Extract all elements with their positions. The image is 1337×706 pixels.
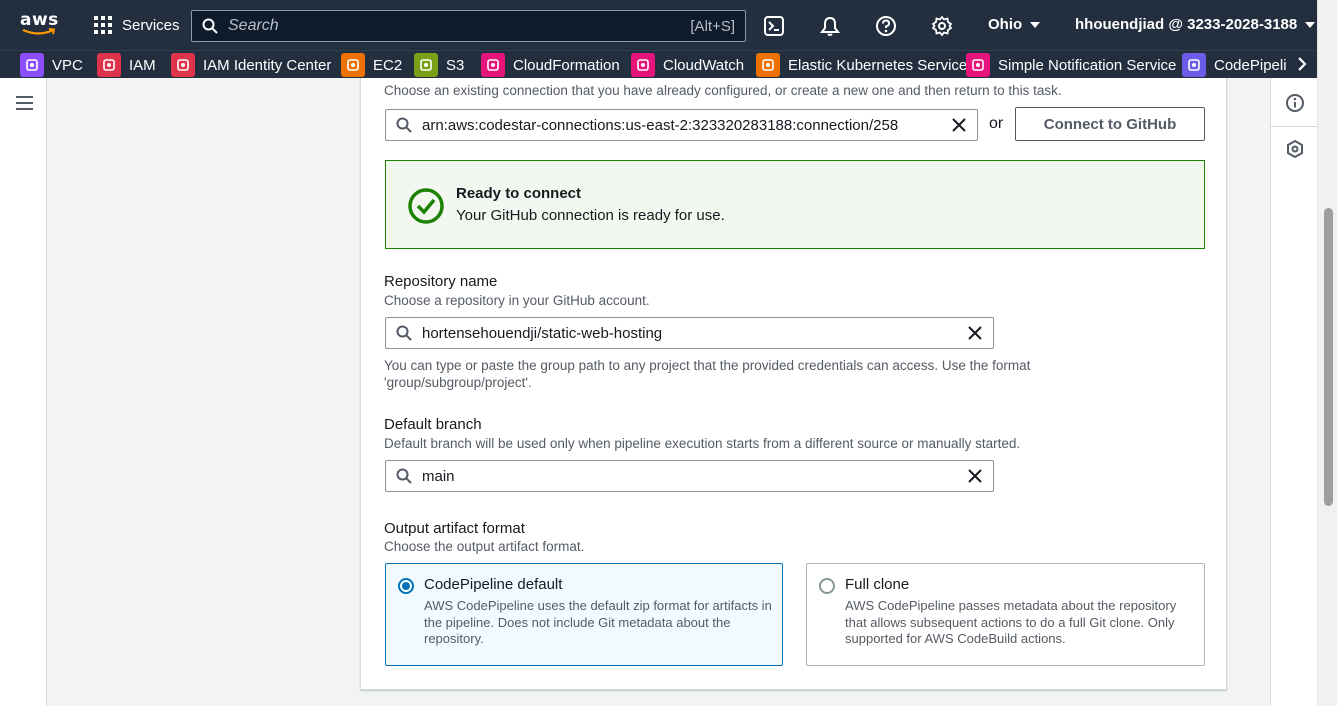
region-selector[interactable]: Ohio [988,16,1041,33]
connection-value: arn:aws:codestar-connections:us-east-2:3… [422,116,899,134]
region-label: Ohio [988,16,1023,33]
clear-icon[interactable] [967,468,983,484]
favorite-label: VPC [52,56,83,74]
repository-description: Choose a repository in your GitHub accou… [384,293,650,308]
eks-icon [756,53,780,77]
services-label: Services [122,16,180,34]
notifications-bell-icon[interactable] [819,15,841,37]
grid-icon [94,16,112,34]
or-text: or [989,115,1004,132]
top-navigation: aws Services Search [Alt+S] Ohio hhouend… [0,0,1337,50]
repository-hint: You can type or paste the group path to … [384,357,1030,391]
option-description: AWS CodePipeline uses the default zip fo… [424,598,772,646]
favorite-label: Simple Notification Service [998,56,1177,74]
cloudshell-icon[interactable] [763,15,785,37]
left-navigation-rail [0,78,47,706]
identity-center-icon [171,53,195,77]
clear-icon[interactable] [951,117,967,133]
alert-message: Your GitHub connection is ready for use. [456,207,725,224]
sns-icon [966,53,990,77]
search-shortcut: [Alt+S] [690,17,735,35]
favorite-iam[interactable]: IAM [97,53,156,77]
option-description: AWS CodePipeline passes metadata about t… [845,598,1177,646]
favorite-label: EC2 [373,56,403,74]
branch-value: main [422,467,455,485]
ec2-icon [341,53,365,77]
scrollbar-thumb[interactable] [1324,208,1333,506]
info-icon[interactable] [1285,93,1305,113]
repository-hint-line1: You can type or paste the group path to … [384,358,1031,373]
connect-to-github-button[interactable]: Connect to GitHub [1015,107,1205,141]
favorite-codepipeline[interactable]: CodePipeli [1182,53,1287,77]
favorite-label: S3 [446,56,465,74]
favorite-label: IAM Identity Center [203,56,332,74]
rail-divider [1271,126,1317,127]
favorite-label: Elastic Kubernetes Service [788,56,968,74]
artifact-description: Choose the output artifact format. [384,539,585,554]
favorite-s3[interactable]: S3 [414,53,464,77]
cloudformation-icon [481,53,505,77]
option-title: Full clone [845,576,910,593]
repository-value: hortensehouendji/static-web-hosting [422,324,663,342]
settings-gear-icon[interactable] [931,15,953,37]
chevron-right-icon[interactable] [1287,53,1317,75]
favorite-cloudformation[interactable]: CloudFormation [481,53,620,77]
favorite-cloudwatch[interactable]: CloudWatch [631,53,744,77]
radio-unselected[interactable] [819,578,835,594]
favorite-vpc[interactable]: VPC [20,53,83,77]
feedback-hexagon-icon[interactable] [1285,139,1305,159]
help-icon[interactable] [875,15,897,37]
favorite-sns[interactable]: Simple Notification Service [966,53,1176,77]
branch-input[interactable]: main [385,460,994,492]
s3-icon [414,53,438,77]
favorite-label: CodePipeli [1214,56,1287,74]
aws-logo-text: aws [20,10,59,30]
favorite-identity-center[interactable]: IAM Identity Center [171,53,331,77]
search-input[interactable]: Search [Alt+S] [191,10,746,42]
search-icon [396,468,412,484]
account-label: hhouendjiad @ 3233-2028-3188 [1075,16,1298,33]
artifact-label: Output artifact format [384,520,525,537]
services-menu-button[interactable]: Services [94,14,180,36]
favorites-bar: VPC IAM IAM Identity Center EC2 S3 CloudForma… [0,50,1317,78]
repository-hint-line2: 'group/subgroup/project'. [384,375,532,390]
chevron-down-icon [1305,21,1316,28]
artifact-option-codepipeline-default[interactable]: CodePipeline default AWS CodePipeline us… [385,563,783,666]
right-tools-rail [1270,78,1317,706]
clear-icon[interactable] [967,325,983,341]
artifact-option-full-clone[interactable]: Full clone AWS CodePipeline passes metad… [806,563,1205,666]
aws-logo[interactable]: aws [20,12,60,38]
connection-input[interactable]: arn:aws:codestar-connections:us-east-2:3… [385,109,978,141]
cloudwatch-icon [631,53,655,77]
favorite-label: IAM [129,56,156,74]
repository-label: Repository name [384,273,498,290]
search-icon [202,18,218,34]
chevron-down-icon [1030,21,1041,28]
connection-help-text: Choose an existing connection that you h… [384,83,1062,98]
page-scrollbar[interactable] [1317,0,1337,706]
search-icon [396,325,412,341]
option-title: CodePipeline default [424,576,563,593]
search-icon [396,117,412,133]
favorite-label: CloudFormation [513,56,620,74]
alert-title: Ready to connect [456,185,582,202]
success-alert: Ready to connect Your GitHub connection … [385,160,1205,249]
codepipeline-icon [1182,53,1206,77]
iam-icon [97,53,121,77]
repository-input[interactable]: hortensehouendji/static-web-hosting [385,317,994,349]
vpc-icon [20,53,44,77]
favorite-label: CloudWatch [663,56,745,74]
search-placeholder: Search [228,17,279,34]
radio-selected[interactable] [398,578,414,594]
branch-label: Default branch [384,416,482,433]
account-menu[interactable]: hhouendjiad @ 3233-2028-3188 [1075,16,1316,33]
menu-hamburger-icon[interactable] [16,96,33,110]
source-settings-panel: Choose an existing connection that you h… [360,78,1227,690]
success-check-icon [408,188,444,224]
favorite-ec2[interactable]: EC2 [341,53,402,77]
favorite-eks[interactable]: Elastic Kubernetes Service [756,53,967,77]
branch-description: Default branch will be used only when pi… [384,436,1021,451]
